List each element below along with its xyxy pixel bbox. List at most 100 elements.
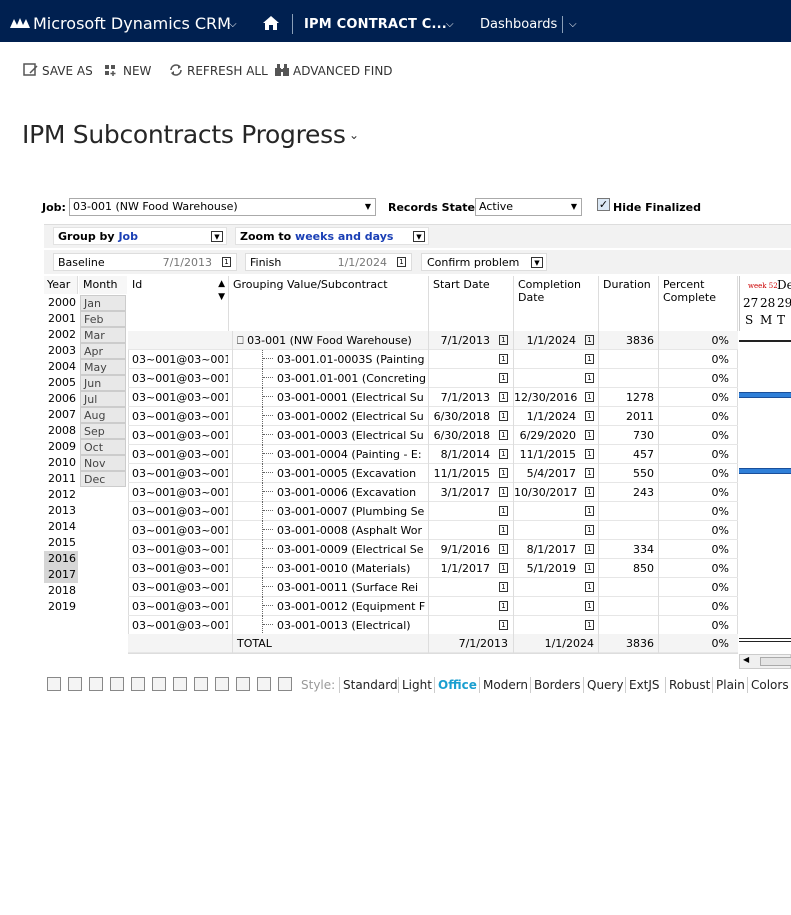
table-row[interactable]: 03~001@03~001 03-001.01-0003S (Painting 1 1… bbox=[128, 350, 738, 369]
calendar-icon[interactable]: 1 bbox=[585, 373, 594, 383]
year-item[interactable]: 2010 bbox=[44, 455, 78, 471]
calendar-icon[interactable]: 1 bbox=[585, 506, 594, 516]
year-item[interactable]: 2016 bbox=[44, 551, 78, 567]
year-item[interactable]: 2017 bbox=[44, 567, 78, 583]
calendar-icon[interactable]: 1 bbox=[585, 563, 594, 573]
calendar-icon[interactable]: 1 bbox=[585, 544, 594, 554]
table-row[interactable]: 03~001@03~001 03-001.01-001 (Concreting 1 1… bbox=[128, 369, 738, 388]
calendar-icon[interactable]: 1 bbox=[499, 411, 508, 421]
calendar-icon[interactable]: 1 bbox=[585, 620, 594, 630]
columns-icon[interactable] bbox=[257, 677, 271, 691]
calendar-icon[interactable]: 1 bbox=[222, 257, 231, 267]
calendar-icon[interactable]: 1 bbox=[585, 582, 594, 592]
print-icon[interactable] bbox=[110, 677, 124, 691]
column-header-duration[interactable]: Duration bbox=[599, 276, 659, 331]
calendar-icon[interactable]: 1 bbox=[499, 430, 508, 440]
calendar-icon[interactable]: 1 bbox=[499, 392, 508, 402]
gantt-task-bar[interactable] bbox=[739, 468, 791, 474]
view-selector-chevron-icon[interactable]: ⌄ bbox=[349, 128, 359, 142]
finish-field[interactable]: Finish 1/1/2024 1 bbox=[245, 253, 412, 271]
scroll-left-icon[interactable]: ◀ bbox=[743, 655, 749, 664]
style-option[interactable]: Query bbox=[587, 678, 623, 692]
zoom-out-icon[interactable] bbox=[215, 677, 229, 691]
calendar-icon[interactable]: 1 bbox=[499, 506, 508, 516]
month-item[interactable]: Jul bbox=[80, 391, 126, 407]
style-option[interactable]: Plain bbox=[716, 678, 745, 692]
row-name[interactable]: 03-001.01-001 (Concreting bbox=[277, 372, 426, 385]
gantt-task-bar[interactable] bbox=[739, 392, 791, 398]
calendar-icon[interactable]: 1 bbox=[499, 335, 508, 345]
calendar-icon[interactable]: 1 bbox=[499, 487, 508, 497]
calendar-icon[interactable]: 1 bbox=[585, 335, 594, 345]
style-option[interactable]: Standard bbox=[343, 678, 398, 692]
table-row[interactable]: 03~001@03~001 03-001-0010 (Materials) 1/1/… bbox=[128, 559, 738, 578]
column-header-start[interactable]: Start Date bbox=[429, 276, 514, 331]
chevron-down-icon[interactable]: ⌵ bbox=[569, 0, 577, 42]
column-header-id[interactable]: Id ▲ ▼ bbox=[128, 276, 229, 331]
hide-finalized-checkbox[interactable]: ✓ bbox=[597, 198, 610, 211]
style-option[interactable]: ExtJS bbox=[629, 678, 660, 692]
table-row[interactable]: 03~001@03~001 03-001-0005 (Excavation 11/1… bbox=[128, 464, 738, 483]
calendar-icon[interactable]: 1 bbox=[499, 544, 508, 554]
group-row[interactable]: ⎕ 03-001 (NW Food Warehouse) 7/1/2013 1 1… bbox=[128, 331, 738, 350]
export-icon[interactable] bbox=[131, 677, 145, 691]
entity-nav[interactable]: IPM CONTRACT C... bbox=[304, 0, 447, 42]
column-header-completion[interactable]: Completion Date bbox=[514, 276, 599, 331]
table-row[interactable]: 03~001@03~001 03-001-0007 (Plumbing Se 1 1 0… bbox=[128, 502, 738, 521]
style-option[interactable]: Modern bbox=[483, 678, 528, 692]
group-by-select[interactable]: Group by Job ▼ bbox=[53, 227, 227, 245]
style-option[interactable]: Robust bbox=[669, 678, 710, 692]
save-as-button[interactable]: SAVE AS bbox=[23, 60, 93, 82]
calendar-icon[interactable]: 1 bbox=[585, 601, 594, 611]
row-name[interactable]: 03-001-0005 (Excavation bbox=[277, 467, 416, 480]
row-name[interactable]: 03-001-0012 (Equipment F bbox=[277, 600, 425, 613]
year-item[interactable]: 2001 bbox=[44, 311, 78, 327]
year-item[interactable]: 2014 bbox=[44, 519, 78, 535]
style-option[interactable]: Colors bbox=[751, 678, 789, 692]
zoom-in-icon[interactable] bbox=[194, 677, 208, 691]
month-item[interactable]: Apr bbox=[80, 343, 126, 359]
month-item[interactable]: Nov bbox=[80, 455, 126, 471]
reload-icon[interactable] bbox=[89, 677, 103, 691]
calendar-icon[interactable]: 1 bbox=[585, 392, 594, 402]
dashboards-nav[interactable]: Dashboards bbox=[480, 0, 557, 42]
year-item[interactable]: 2008 bbox=[44, 423, 78, 439]
month-item[interactable]: Feb bbox=[80, 311, 126, 327]
table-row[interactable]: 03~001@03~001 03-001-0001 (Electrical Su 7… bbox=[128, 388, 738, 407]
settings-icon[interactable] bbox=[278, 677, 292, 691]
home-icon[interactable] bbox=[262, 0, 280, 42]
table-row[interactable]: 03~001@03~001 03-001-0002 (Electrical Su 6… bbox=[128, 407, 738, 426]
style-option[interactable]: Light bbox=[402, 678, 432, 692]
calendar-icon[interactable]: 1 bbox=[499, 620, 508, 630]
year-item[interactable]: 2018 bbox=[44, 583, 78, 599]
year-item[interactable]: 2015 bbox=[44, 535, 78, 551]
row-name[interactable]: 03-001-0004 (Painting - E: bbox=[277, 448, 422, 461]
month-item[interactable]: May bbox=[80, 359, 126, 375]
month-item[interactable]: Sep bbox=[80, 423, 126, 439]
column-header-percent[interactable]: Percent Complete bbox=[659, 276, 738, 331]
row-name[interactable]: 03-001-0001 (Electrical Su bbox=[277, 391, 424, 404]
open-folder-icon[interactable] bbox=[152, 677, 166, 691]
new-button[interactable]: NEW bbox=[104, 60, 151, 82]
year-item[interactable]: 2013 bbox=[44, 503, 78, 519]
year-item[interactable]: 2000 bbox=[44, 295, 78, 311]
year-item[interactable]: 2011 bbox=[44, 471, 78, 487]
month-item[interactable]: Jun bbox=[80, 375, 126, 391]
calendar-icon[interactable]: 1 bbox=[499, 601, 508, 611]
folder-icon[interactable] bbox=[173, 677, 187, 691]
calendar-icon[interactable]: 1 bbox=[499, 582, 508, 592]
zoom-fit-icon[interactable] bbox=[236, 677, 250, 691]
year-item[interactable]: 2006 bbox=[44, 391, 78, 407]
calendar-icon[interactable]: 1 bbox=[585, 487, 594, 497]
style-option[interactable]: Borders bbox=[534, 678, 580, 692]
year-item[interactable]: 2019 bbox=[44, 599, 78, 615]
calendar-icon[interactable]: 1 bbox=[397, 257, 406, 267]
table-row[interactable]: 03~001@03~001 03-001-0011 (Surface Rei 1 1 0… bbox=[128, 578, 738, 597]
row-name[interactable]: 03-001-0010 (Materials) bbox=[277, 562, 410, 575]
row-name[interactable]: 03-001-0003 (Electrical Su bbox=[277, 429, 424, 442]
column-header-grouping[interactable]: Grouping Value/Subcontract bbox=[229, 276, 429, 331]
table-row[interactable]: 03~001@03~001 03-001-0008 (Asphalt Wor 1 1 0… bbox=[128, 521, 738, 540]
row-name[interactable]: 03-001-0013 (Electrical) bbox=[277, 619, 411, 632]
month-item[interactable]: Jan bbox=[80, 295, 126, 311]
calendar-icon[interactable]: 1 bbox=[499, 449, 508, 459]
